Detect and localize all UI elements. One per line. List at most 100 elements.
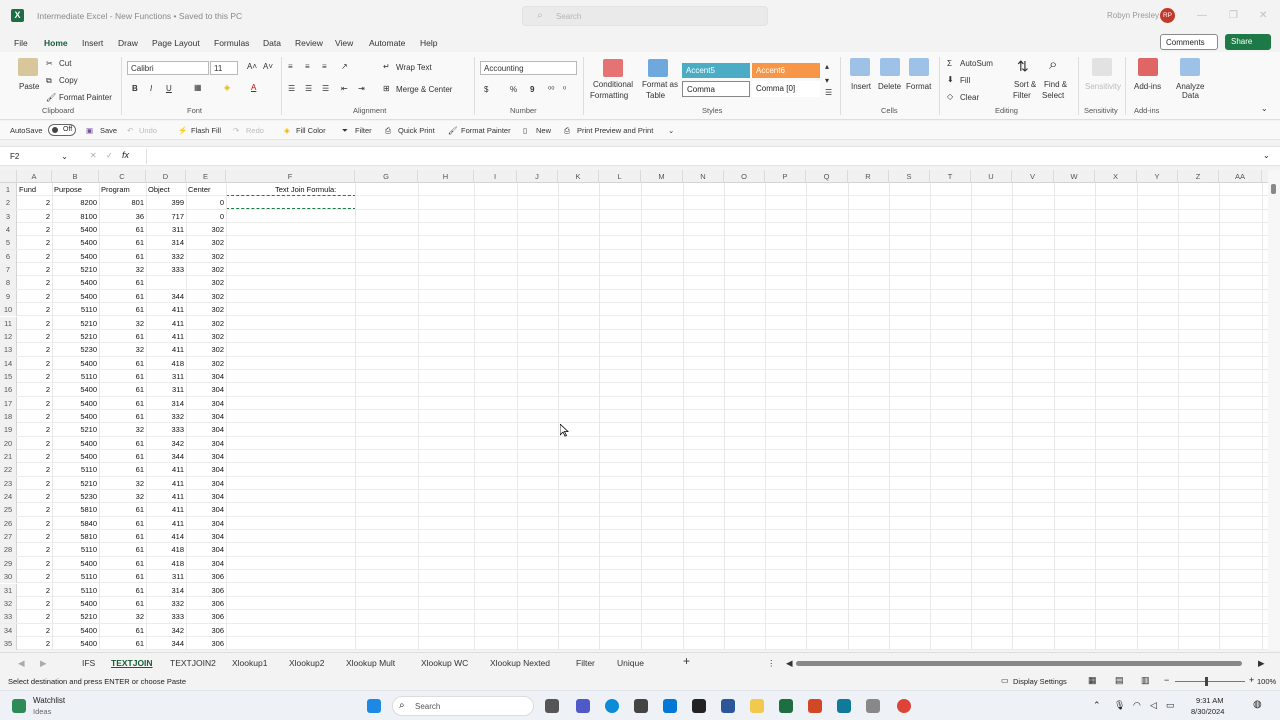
merge-center-button[interactable]: Merge & Center: [396, 85, 452, 94]
font-name-select[interactable]: Calibri: [127, 61, 209, 75]
cell[interactable]: 2: [17, 530, 52, 543]
row-header[interactable]: 14: [0, 356, 17, 370]
cell[interactable]: 5400: [52, 250, 99, 263]
align-left-icon[interactable]: ☰: [288, 84, 295, 93]
row-header[interactable]: 32: [0, 596, 17, 610]
merge-icon[interactable]: ⊞: [383, 84, 390, 93]
store-icon[interactable]: [634, 699, 648, 713]
cell[interactable]: 2: [17, 503, 52, 516]
column-header-r[interactable]: R: [848, 170, 889, 183]
cell[interactable]: 2: [17, 236, 52, 249]
cell[interactable]: 2: [17, 637, 52, 650]
row-header[interactable]: 10: [0, 303, 17, 317]
cell[interactable]: 302: [186, 276, 226, 289]
minimize-icon[interactable]: —: [1197, 10, 1207, 21]
borders-icon[interactable]: ▦: [194, 83, 202, 92]
cell[interactable]: 61: [99, 517, 146, 530]
orientation-icon[interactable]: ↗: [341, 62, 348, 71]
cell[interactable]: 5400: [52, 236, 99, 249]
save-button[interactable]: Save: [100, 126, 117, 135]
tab-file[interactable]: File: [14, 38, 28, 48]
fill-icon[interactable]: ⬇: [947, 75, 954, 84]
print-preview-icon[interactable]: ⎙: [564, 126, 570, 136]
row-header[interactable]: 28: [0, 543, 17, 557]
increase-decimal-icon[interactable]: ⁰⁰: [548, 85, 554, 94]
tab-home[interactable]: Home: [44, 38, 68, 54]
cell[interactable]: 5400: [52, 357, 99, 370]
cell[interactable]: 2: [17, 343, 52, 356]
word-icon[interactable]: [721, 699, 735, 713]
cell[interactable]: 61: [99, 570, 146, 583]
customize-qat-icon[interactable]: ⌄: [668, 126, 674, 135]
cell[interactable]: 411: [146, 463, 186, 476]
row-header[interactable]: 4: [0, 223, 17, 237]
task-view-icon[interactable]: [545, 699, 559, 713]
cell[interactable]: 61: [99, 410, 146, 423]
horizontal-scrollbar[interactable]: [796, 661, 1242, 666]
column-header-l[interactable]: L: [599, 170, 641, 183]
format-button[interactable]: Format: [906, 82, 931, 91]
analyze-data-button[interactable]: Analyze: [1176, 82, 1204, 91]
find-select-icon[interactable]: ⌕: [1049, 56, 1057, 73]
cell[interactable]: 2: [17, 357, 52, 370]
paste-button[interactable]: Paste: [19, 82, 39, 91]
name-box[interactable]: F2 ⌄: [6, 150, 70, 164]
cell[interactable]: 61: [99, 236, 146, 249]
cell[interactable]: 399: [146, 196, 186, 209]
display-settings-icon[interactable]: ▭: [1001, 676, 1009, 685]
cell[interactable]: 5110: [52, 584, 99, 597]
row-header[interactable]: 11: [0, 316, 17, 330]
row-header[interactable]: 29: [0, 556, 17, 570]
cell[interactable]: 411: [146, 343, 186, 356]
tab-automate[interactable]: Automate: [369, 38, 405, 48]
cell[interactable]: 306: [186, 570, 226, 583]
row-header[interactable]: 22: [0, 463, 17, 477]
cell[interactable]: 304: [186, 397, 226, 410]
cell[interactable]: 61: [99, 223, 146, 236]
cell[interactable]: 5400: [52, 383, 99, 396]
underline-button[interactable]: U: [166, 84, 172, 93]
style-accent5[interactable]: Accent5: [682, 63, 750, 78]
style-comma-0[interactable]: Comma [0]: [752, 81, 820, 97]
cell[interactable]: 61: [99, 303, 146, 316]
row-header[interactable]: 30: [0, 570, 17, 584]
cell[interactable]: 5110: [52, 370, 99, 383]
cell[interactable]: 304: [186, 410, 226, 423]
sheet-tab-textjoin2[interactable]: TEXTJOIN2: [170, 658, 216, 668]
currency-button[interactable]: $: [484, 85, 488, 94]
cell[interactable]: 332: [146, 597, 186, 610]
cell[interactable]: 5210: [52, 423, 99, 436]
column-header-k[interactable]: K: [558, 170, 599, 183]
cell[interactable]: Purpose: [52, 183, 99, 196]
shrink-font-icon[interactable]: A˅: [263, 62, 273, 71]
format-as-table-icon[interactable]: [648, 59, 668, 77]
app-icon[interactable]: [837, 699, 851, 713]
snipping-tool-icon[interactable]: [866, 699, 880, 713]
style-comma[interactable]: Comma: [682, 81, 750, 97]
cell[interactable]: 61: [99, 290, 146, 303]
comma-style-button[interactable]: 9: [530, 85, 534, 94]
cell[interactable]: 302: [186, 250, 226, 263]
cell[interactable]: 342: [146, 624, 186, 637]
cell[interactable]: 61: [99, 397, 146, 410]
powerpoint-icon[interactable]: [808, 699, 822, 713]
align-middle-icon[interactable]: ≡: [305, 62, 310, 71]
cell[interactable]: 5110: [52, 463, 99, 476]
fill-color-button[interactable]: Fill Color: [296, 126, 326, 135]
cell[interactable]: 8200: [52, 196, 99, 209]
row-header[interactable]: 16: [0, 383, 17, 397]
cell[interactable]: 2: [17, 477, 52, 490]
cell[interactable]: 32: [99, 490, 146, 503]
insert-cells-icon[interactable]: [850, 58, 870, 76]
zoom-in-icon[interactable]: +: [1249, 675, 1254, 685]
format-painter-qat-icon[interactable]: 🖌: [448, 126, 458, 135]
maximize-icon[interactable]: ❐: [1229, 10, 1238, 21]
watchlist-icon[interactable]: [12, 699, 26, 713]
cell[interactable]: 333: [146, 423, 186, 436]
cell[interactable]: 306: [186, 597, 226, 610]
cell[interactable]: Object: [146, 183, 186, 196]
number-format-select[interactable]: Accounting: [480, 61, 577, 75]
insert-function-icon[interactable]: fx: [122, 150, 129, 160]
avatar[interactable]: RP: [1160, 8, 1175, 23]
cell[interactable]: 302: [186, 223, 226, 236]
